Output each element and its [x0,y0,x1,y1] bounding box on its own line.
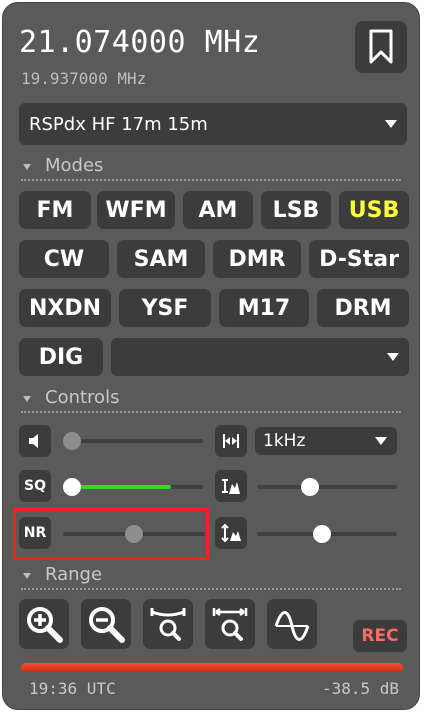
noise-reduction-slider-knob[interactable] [125,525,143,543]
bandwidth-icon [223,434,239,448]
range-section-label: Range [45,564,103,585]
collapse-triangle-icon [23,396,31,402]
spectrum-display-button[interactable] [267,599,317,649]
mode-button-drm[interactable]: DRM [317,289,409,327]
mode-button-wfm[interactable]: WFM [97,191,175,229]
signal-level-meter [21,663,403,672]
zoom-fit-icon [212,608,248,641]
record-button[interactable]: REC [353,620,407,652]
zoom-to-band-button[interactable] [143,599,193,649]
mode-button-sam[interactable]: SAM [117,240,205,278]
waveform-icon [274,611,310,641]
bookmark-icon [369,29,393,64]
mode-button-dmr[interactable]: DMR [213,240,301,278]
bandwidth-select-value: 1kHz [263,431,306,451]
zoom-out-icon [89,607,125,643]
waterfall-levels-icon [222,479,240,494]
collapse-triangle-icon [23,573,31,579]
noise-reduction-button[interactable]: NR [19,517,51,549]
receiver-panel: 21.074000 MHz 19.937000 MHz RSPdx HF 17m… [2,2,420,710]
mode-button-usb[interactable]: USB [339,191,409,229]
digital-submode-select[interactable] [111,338,409,376]
bandwidth-select[interactable]: 1kHz [255,427,397,455]
secondary-frequency: 19.937000 MHz [21,69,147,88]
squelch-button[interactable]: SQ [19,470,51,502]
bandwidth-toggle-button[interactable] [215,425,247,457]
zoom-out-button[interactable] [81,599,131,649]
waterfall-max-button[interactable] [215,517,247,549]
waterfall-auto-button[interactable] [215,470,247,502]
volume-slider[interactable] [71,439,203,443]
waterfall-min-slider[interactable] [257,485,397,489]
profile-select[interactable]: RSPdx HF 17m 15m [19,103,407,145]
modes-section-label: Modes [45,155,104,176]
zoom-in-button[interactable] [19,599,69,649]
mode-button-m17[interactable]: M17 [219,289,309,327]
profile-select-value: RSPdx HF 17m 15m [29,113,208,135]
squelch-slider-knob[interactable] [63,478,81,496]
mode-button-ysf[interactable]: YSF [119,289,211,327]
zoom-band-icon [150,608,186,641]
speaker-icon [29,434,38,448]
collapse-triangle-icon [23,164,31,170]
zoom-in-icon [27,607,63,643]
utc-clock: 19:36 UTC [29,679,116,698]
volume-slider-knob[interactable] [63,432,81,450]
squelch-level-meter [71,485,171,489]
main-frequency[interactable]: 21.074000 MHz [19,25,260,60]
mode-button-dstar[interactable]: D-Star [309,240,409,278]
mode-button-lsb[interactable]: LSB [261,191,331,229]
chevron-down-icon [375,437,387,445]
mode-button-cw[interactable]: CW [19,240,109,278]
waterfall-max-slider-knob[interactable] [313,525,331,543]
range-section-header[interactable]: Range [21,564,401,590]
mode-button-am[interactable]: AM [183,191,253,229]
waterfall-min-slider-knob[interactable] [301,478,319,496]
mode-button-dig[interactable]: DIG [19,338,103,376]
controls-section-label: Controls [45,387,120,408]
zoom-fit-button[interactable] [205,599,255,649]
chevron-down-icon [387,353,399,361]
chevron-down-icon [385,120,397,128]
controls-section-header[interactable]: Controls [21,387,401,413]
signal-level-readout: -38.5 dB [321,679,399,698]
modes-section-header[interactable]: Modes [21,155,401,181]
bookmark-button[interactable] [355,21,407,73]
mode-button-fm[interactable]: FM [19,191,91,229]
waterfall-range-icon [221,523,241,543]
mute-button[interactable] [19,425,51,457]
mode-button-nxdn[interactable]: NXDN [19,289,111,327]
